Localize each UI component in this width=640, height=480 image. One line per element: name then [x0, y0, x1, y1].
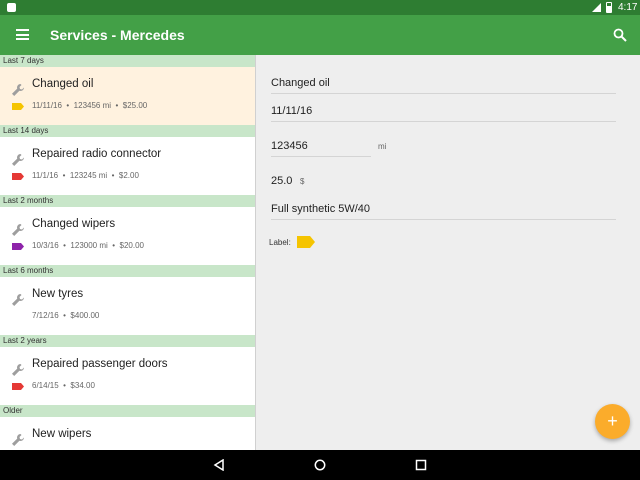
service-details: 7/12/16 • $400.00: [32, 311, 100, 320]
service-row[interactable]: Changed wipers 10/3/16 • 123000 mi • $20…: [0, 207, 255, 265]
mileage-unit: mi: [378, 142, 387, 151]
section-header: Last 6 months: [0, 265, 255, 277]
service-title: New wipers: [32, 428, 92, 440]
service-row[interactable]: New wipers: [0, 417, 255, 450]
section-header: Older: [0, 405, 255, 417]
label-tag-icon: [12, 383, 24, 390]
cost-field[interactable]: 25.0: [271, 174, 294, 191]
battery-icon: [606, 2, 612, 13]
wrench-icon: [12, 154, 24, 166]
wrench-icon: [12, 434, 24, 446]
app-bar: Services - Mercedes: [0, 15, 640, 55]
label-tag-icon: [12, 103, 24, 110]
service-title: New tyres: [32, 288, 84, 300]
service-details: 6/14/15 • $34.00: [32, 381, 95, 390]
label-tag-icon: [12, 173, 24, 180]
page-title: Services - Mercedes: [50, 27, 185, 43]
android-icon: [7, 3, 16, 12]
service-details: 10/3/16 • 123000 mi • $20.00: [32, 241, 144, 250]
section-header: Last 14 days: [0, 125, 255, 137]
service-row[interactable]: Changed oil 11/11/16 • 123456 mi • $25.0…: [0, 67, 255, 125]
status-time: 4:17: [618, 2, 638, 13]
home-icon[interactable]: [314, 459, 326, 471]
service-title: Repaired radio connector: [32, 148, 162, 160]
menu-icon[interactable]: [16, 29, 29, 40]
service-detail-panel: Changed oil 11/11/16 123456 mi 25.0 $ Fu…: [257, 55, 640, 450]
mileage-field[interactable]: 123456: [271, 139, 371, 157]
service-title: Changed oil: [32, 78, 94, 90]
back-icon[interactable]: [213, 459, 225, 471]
service-list: Last 7 days Changed oil 11/11/16 • 12345…: [0, 55, 256, 450]
signal-icon: [592, 3, 601, 12]
section-header: Last 2 years: [0, 335, 255, 347]
section-header: Last 7 days: [0, 55, 255, 67]
wrench-icon: [12, 294, 24, 306]
service-row[interactable]: New tyres 7/12/16 • $400.00: [0, 277, 255, 335]
cost-unit: $: [300, 177, 305, 186]
service-title: Changed wipers: [32, 218, 116, 230]
note-field[interactable]: Full synthetic 5W/40: [271, 202, 616, 220]
service-title: Repaired passenger doors: [32, 358, 168, 370]
recents-icon[interactable]: [415, 459, 427, 471]
search-icon[interactable]: [613, 28, 627, 42]
label-tag-icon[interactable]: [297, 236, 315, 248]
section-header: Last 2 months: [0, 195, 255, 207]
wrench-icon: [12, 84, 24, 96]
service-row[interactable]: Repaired radio connector 11/1/16 • 12324…: [0, 137, 255, 195]
title-field[interactable]: Changed oil: [271, 76, 616, 94]
wrench-icon: [12, 224, 24, 236]
navigation-bar: [0, 450, 640, 480]
service-details: 11/11/16 • 123456 mi • $25.00: [32, 101, 148, 110]
add-service-button[interactable]: +: [595, 404, 630, 439]
date-field[interactable]: 11/11/16: [271, 104, 616, 122]
service-row[interactable]: Repaired passenger doors 6/14/15 • $34.0…: [0, 347, 255, 405]
label-tag-icon: [12, 243, 24, 250]
label-caption: Label:: [269, 238, 291, 247]
status-bar: 4:17: [0, 0, 640, 15]
service-details: 11/1/16 • 123245 mi • $2.00: [32, 171, 139, 180]
wrench-icon: [12, 364, 24, 376]
